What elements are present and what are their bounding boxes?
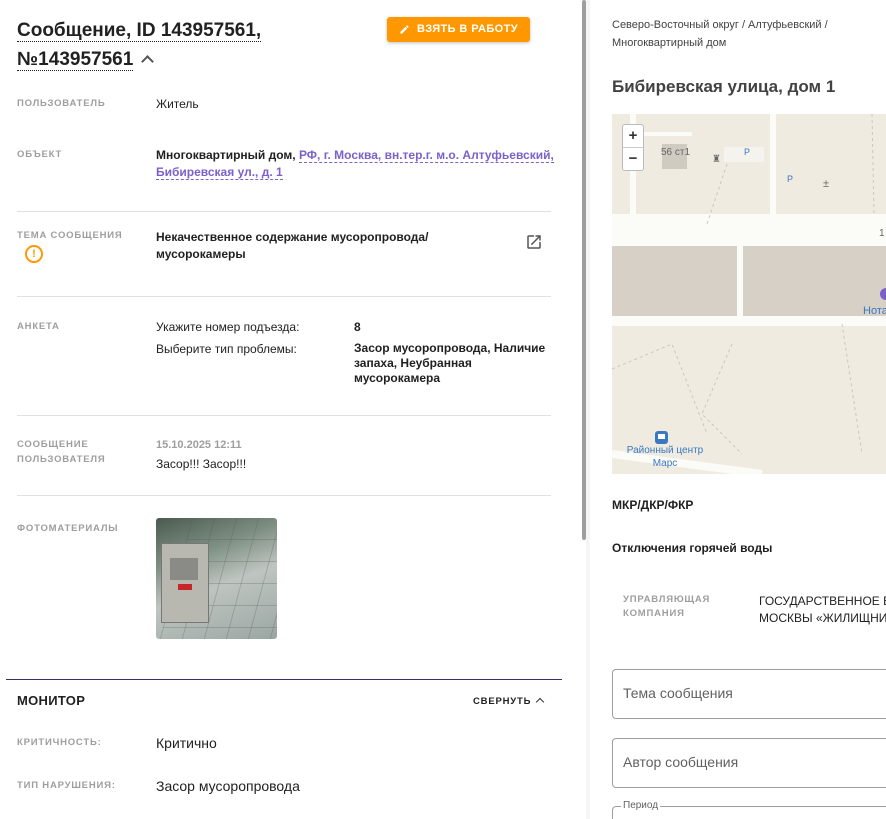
title-line1: Сообщение, ID 143957561,: [17, 20, 262, 42]
survey-a2: Засор мусоропровода, Наличие запаха, Неу…: [354, 341, 554, 386]
survey-label: АНКЕТА: [17, 321, 60, 332]
topic-value: Некачественное содержание мусоропровода/…: [156, 229, 496, 263]
map-label-poi[interactable]: Нота: [863, 305, 886, 317]
object-address-link[interactable]: РФ, г. Москва, вн.тер.г. м.о. Алтуфьевск…: [298, 148, 554, 163]
period-filter-label: Период: [621, 800, 661, 811]
survey-a2-line1: Засор мусоропровода, Наличие: [354, 341, 546, 355]
author-filter-label: Автор сообщения: [623, 754, 739, 770]
breadcrumb-line2[interactable]: Многоквартирный дом: [612, 37, 726, 49]
map-label-number: 1: [879, 228, 885, 239]
photo-thumbnail[interactable]: [156, 518, 277, 639]
period-filter-field[interactable]: Период: [612, 800, 886, 819]
title-line2: №143957561: [17, 49, 134, 71]
zoom-control: + −: [622, 124, 644, 171]
object-panel: Северо-Восточный округ / Алтуфьевский / …: [590, 0, 886, 819]
management-company-label: УПРАВЛЯЮЩАЯ КОМПАНИЯ: [623, 593, 733, 621]
zoom-out-button[interactable]: −: [623, 148, 643, 171]
monitor-divider: [6, 679, 562, 680]
photos-label: ФОТОМАТЕРИАЛЫ: [17, 523, 119, 534]
collapse-button[interactable]: СВЕРНУТЬ: [473, 696, 545, 707]
user-label: ПОЛЬЗОВАТЕЛЬ: [17, 98, 106, 109]
message-panel: Сообщение, ID 143957561, №143957561 ВЗЯТ…: [0, 0, 586, 819]
topic-filter-label: Тема сообщения: [623, 685, 733, 701]
message-date: 15.10.2025 12:11: [156, 439, 242, 451]
open-external-icon[interactable]: [525, 233, 543, 251]
map-center-line1: Районный центр: [626, 445, 704, 456]
divider: [17, 495, 551, 496]
monitor-title: МОНИТОР: [17, 693, 86, 708]
photo-cabinet-detail: [170, 558, 198, 580]
object-label: ОБЪЕКТ: [17, 149, 63, 160]
map-label-center[interactable]: Районный центр Марс: [621, 444, 709, 470]
divider: [17, 296, 551, 297]
mc-label-line1: УПРАВЛЯЮЩАЯ: [623, 594, 711, 605]
mc-value-line2: МОСКВЫ «ЖИЛИЩНИ: [759, 611, 886, 625]
take-to-work-label: ВЗЯТЬ В РАБОТУ: [417, 23, 518, 35]
divider: [17, 211, 551, 212]
violation-value: Засор мусоропровода: [156, 778, 300, 794]
map[interactable]: + − 56 ст1 1 P P ± ♜ Нота Районный центр…: [612, 114, 886, 474]
topic-filter-field[interactable]: Тема сообщения: [612, 669, 886, 719]
survey-a2-line2: запаха, Неубранная: [354, 356, 472, 370]
object-address-link-2[interactable]: Бибиревская ул., д. 1: [156, 165, 283, 180]
parking-icon: P: [744, 147, 751, 157]
photo-red-mark: [178, 584, 192, 590]
violation-label: ТИП НАРУШЕНИЯ:: [17, 780, 116, 791]
topic-line2: мусорокамеры: [156, 247, 246, 261]
address-title: Бибиревская улица, дом 1: [612, 77, 836, 96]
map-canvas: [612, 114, 886, 474]
chevron-up-icon: [535, 697, 545, 707]
message-header: Сообщение, ID 143957561, №143957561 ВЗЯТ…: [17, 16, 547, 74]
trash-icon: ♜: [712, 154, 721, 165]
criticality-label: КРИТИЧНОСТЬ:: [17, 737, 102, 748]
topic-label: ТЕМА СООБЩЕНИЯ: [17, 230, 123, 241]
parking-icon: P: [787, 174, 794, 184]
warning-icon: !: [25, 245, 43, 263]
mc-value-line1: ГОСУДАРСТВЕННОЕ Б: [759, 594, 886, 608]
collapse-label: СВЕРНУТЬ: [473, 696, 532, 707]
survey-q2: Выберите тип проблемы:: [156, 342, 297, 356]
user-value: Житель: [156, 97, 199, 111]
hot-water-link[interactable]: Отключения горячей воды: [612, 541, 772, 555]
message-label-line1: СООБЩЕНИЕ: [17, 439, 89, 450]
message-text: Засор!!! Засор!!!: [156, 457, 247, 471]
author-filter-field[interactable]: Автор сообщения: [612, 738, 886, 788]
user-message-label: СООБЩЕНИЕ ПОЛЬЗОВАТЕЛЯ: [17, 437, 147, 467]
divider: [17, 415, 551, 416]
chevron-up-icon[interactable]: [141, 55, 155, 68]
survey-a1: 8: [354, 320, 361, 334]
survey-q1: Укажите номер подъезда:: [156, 320, 300, 334]
zoom-in-button[interactable]: +: [623, 125, 643, 148]
map-label-building: 56 ст1: [661, 147, 691, 158]
message-label-line2: ПОЛЬЗОВАТЕЛЯ: [17, 454, 106, 465]
map-center-line2: Марс: [652, 458, 678, 469]
mc-label-line2: КОМПАНИЯ: [623, 608, 685, 619]
object-value: Многоквартирный дом, РФ, г. Москва, вн.т…: [156, 147, 556, 181]
management-company-value: ГОСУДАРСТВЕННОЕ Б МОСКВЫ «ЖИЛИЩНИ: [759, 593, 886, 627]
page-title[interactable]: Сообщение, ID 143957561, №143957561: [17, 16, 357, 74]
take-to-work-button[interactable]: ВЗЯТЬ В РАБОТУ: [387, 17, 530, 42]
breadcrumb-line1[interactable]: Северо-Восточный округ / Алтуфьевский /: [612, 19, 828, 31]
breadcrumb: Северо-Восточный округ / Алтуфьевский / …: [612, 16, 872, 52]
monument-icon: ±: [823, 178, 830, 190]
criticality-value: Критично: [156, 735, 217, 751]
object-type: Многоквартирный дом,: [156, 148, 296, 162]
survey-a2-line3: мусорокамера: [354, 371, 440, 385]
mkr-link[interactable]: МКР/ДКР/ФКР: [612, 498, 693, 512]
topic-line1: Некачественное содержание мусоропровода/: [156, 230, 429, 244]
pencil-icon: [400, 25, 409, 34]
photo-cabinet: [161, 543, 209, 623]
